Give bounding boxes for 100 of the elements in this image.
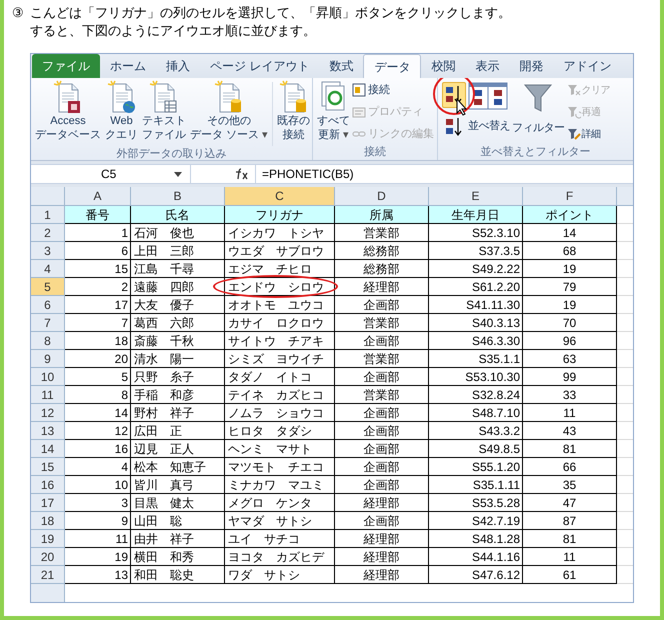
table-cell: 大友 優子 (131, 296, 225, 314)
dropdown-arrow-icon (174, 172, 182, 176)
filter-button[interactable]: フィルター (512, 78, 565, 136)
ribbon-tab[interactable]: 校閲 (421, 54, 466, 78)
table-cell: 14 (523, 224, 617, 242)
row-header[interactable]: 7 (31, 314, 65, 332)
ribbon-tab[interactable]: アドイン (553, 54, 622, 78)
row-header[interactable]: 15 (31, 458, 65, 476)
row-header[interactable]: 11 (31, 386, 65, 404)
table-cell: S41.11.30 (429, 296, 523, 314)
column-header[interactable]: C (225, 187, 335, 205)
refresh-all-button[interactable]: すべて 更新 ▾ (315, 78, 352, 142)
ribbon-button[interactable]: Access データベース (33, 78, 103, 142)
table-cell: 番号 (65, 206, 131, 224)
row-header[interactable]: 19 (31, 530, 65, 548)
row-header[interactable]: 10 (31, 368, 65, 386)
ribbon-button[interactable]: Web クエリ (103, 78, 140, 142)
step-marker: ③ (11, 4, 25, 22)
table-cell: 7 (65, 314, 131, 332)
name-box[interactable]: C5 (31, 165, 191, 183)
column-header[interactable]: F (523, 187, 617, 205)
row-header[interactable]: 9 (31, 350, 65, 368)
row-header[interactable]: 2 (31, 224, 65, 242)
column-header[interactable]: D (335, 187, 429, 205)
table-cell: S55.1.20 (429, 458, 523, 476)
table-cell: 3 (65, 494, 131, 512)
ribbon-tab[interactable]: 開発 (509, 54, 554, 78)
file-tab[interactable]: ファイル (32, 54, 100, 78)
advanced-filter-icon (566, 127, 581, 141)
sort-descending-icon (445, 117, 464, 137)
formula-field[interactable]: =PHONETIC(B5) (255, 165, 633, 183)
row-header[interactable]: 6 (31, 296, 65, 314)
table-cell: S40.3.13 (429, 314, 523, 332)
table-cell: 企画部 (335, 476, 429, 494)
table-cell: S52.3.10 (429, 224, 523, 242)
table-cell: S37.3.5 (429, 242, 523, 260)
table-cell: サイトウ チアキ (225, 332, 335, 350)
table-cell: S53.10.30 (429, 368, 523, 386)
table-cell: S49.8.5 (429, 440, 523, 458)
row-header[interactable]: 8 (31, 332, 65, 350)
table-cell: ポイント (523, 206, 617, 224)
table-cell: 11 (65, 530, 131, 548)
ribbon-small-button[interactable]: 詳細 (566, 124, 610, 144)
table-cell: 山田 聡 (131, 512, 225, 530)
table-cell: 企画部 (335, 440, 429, 458)
row-header[interactable]: 12 (31, 404, 65, 422)
table-cell: 営業部 (335, 386, 429, 404)
ribbon-tab[interactable]: ページ レイアウト (200, 54, 320, 78)
group-label: 外部データの取り込み (116, 146, 228, 160)
column-header[interactable]: E (429, 187, 523, 205)
table-cell: S35.1.11 (429, 476, 523, 494)
row-header[interactable]: 18 (31, 512, 65, 530)
ribbon-button[interactable]: 既存の 接続 (275, 78, 312, 142)
row-header[interactable]: 17 (31, 494, 65, 512)
row-header[interactable]: 1 (31, 206, 65, 224)
table-cell: ヒロタ タダシ (225, 422, 335, 440)
instruction-text: こんどは「フリガナ」の列のセルを選択して、「昇順」ボタンをクリックします。 (30, 4, 511, 22)
table-cell: 経理部 (335, 494, 429, 512)
row-header[interactable]: 21 (31, 566, 65, 584)
table-cell: S42.7.19 (429, 512, 523, 530)
row-header[interactable]: 20 (31, 548, 65, 566)
row-header[interactable]: 4 (31, 260, 65, 278)
table-cell: 12 (65, 422, 131, 440)
table-cell: 96 (523, 332, 617, 350)
reapply-icon (566, 105, 581, 119)
table-cell: 斎藤 千秋 (131, 332, 225, 350)
ribbon-tab[interactable]: ホーム (100, 54, 156, 78)
ribbon-tab[interactable]: データ (363, 54, 422, 78)
row-header[interactable]: 16 (31, 476, 65, 494)
ribbon-button[interactable]: その他の データ ソース ▾ (188, 78, 270, 142)
table-cell: S32.8.24 (429, 386, 523, 404)
table-cell: 企画部 (335, 512, 429, 530)
row-header[interactable]: 5 (31, 278, 65, 296)
sort-ascending-button[interactable] (442, 82, 466, 108)
row-header[interactable]: 3 (31, 242, 65, 260)
table-cell: 17 (65, 296, 131, 314)
table-cell: 70 (523, 314, 617, 332)
table-cell: ヨコタ カズヒデ (225, 548, 335, 566)
connection-icon (352, 83, 366, 97)
table-cell: 14 (65, 404, 131, 422)
table-cell: 経理部 (335, 278, 429, 296)
table-cell: 氏名 (131, 206, 225, 224)
table-cell: S43.3.2 (429, 422, 523, 440)
table-cell: 経理部 (335, 548, 429, 566)
ribbon-tab[interactable]: 数式 (319, 54, 364, 78)
table-cell: 18 (65, 332, 131, 350)
row-header[interactable]: 14 (31, 440, 65, 458)
table-cell: S61.2.20 (429, 278, 523, 296)
mouse-pointer-icon (456, 98, 468, 116)
ribbon-small-button[interactable]: 接続 (352, 80, 434, 100)
table-cell: 葛西 六郎 (131, 314, 225, 332)
table-cell: S47.6.12 (429, 566, 523, 584)
sort-button[interactable]: 並べ替え (468, 118, 510, 134)
ribbon-tab[interactable]: 表示 (465, 54, 510, 78)
table-cell: 43 (523, 422, 617, 440)
row-header[interactable]: 13 (31, 422, 65, 440)
ribbon-tab[interactable]: 挿入 (156, 54, 200, 78)
ribbon-button[interactable]: テキスト ファイル (140, 78, 188, 142)
table-cell: 経理部 (335, 530, 429, 548)
column-header[interactable]: A (65, 187, 131, 205)
